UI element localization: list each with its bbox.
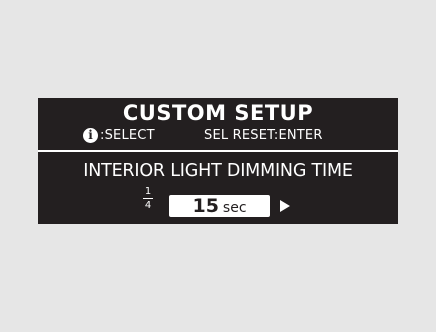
- setting-name: INTERIOR LIGHT DIMMING TIME: [83, 161, 353, 181]
- setting-value[interactable]: 15 sec: [169, 195, 270, 217]
- page-title: CUSTOM SETUP: [122, 101, 314, 125]
- fraction-bar: [143, 198, 153, 199]
- page-total: 4: [144, 200, 152, 211]
- value-unit: sec: [222, 200, 247, 216]
- hint-row: i :SELECT SEL RESET:ENTER: [38, 127, 398, 145]
- reset-hint: SEL RESET:ENTER: [204, 128, 323, 143]
- info-icon: i: [83, 128, 98, 143]
- select-hint: :SELECT: [100, 128, 155, 143]
- page-current: 1: [144, 186, 152, 197]
- divider: [38, 150, 398, 152]
- custom-setup-display: CUSTOM SETUP i :SELECT SEL RESET:ENTER I…: [38, 98, 398, 224]
- value-number: 15: [192, 195, 219, 217]
- right-arrow-icon[interactable]: [280, 200, 290, 212]
- page-indicator: 1 4: [141, 186, 155, 211]
